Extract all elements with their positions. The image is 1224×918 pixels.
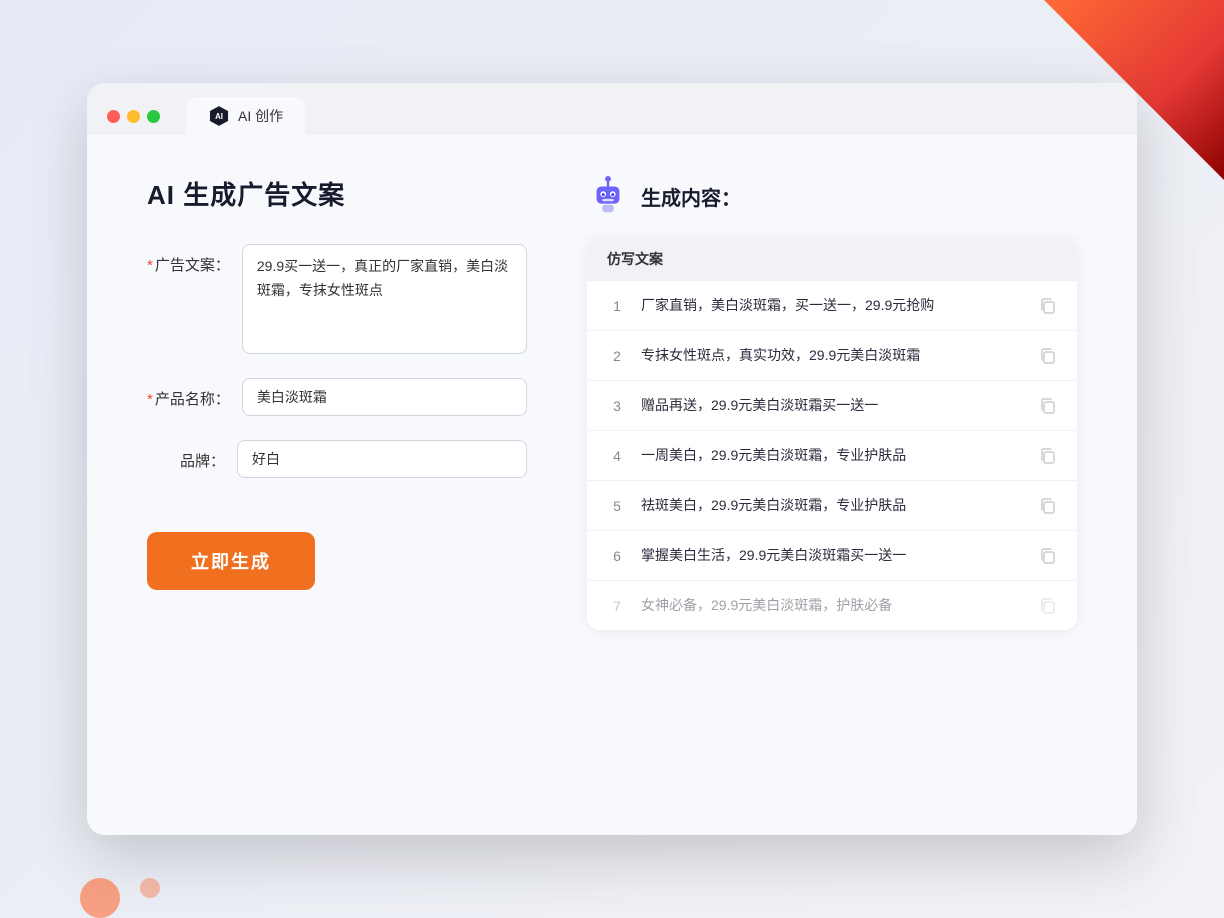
page-title: AI 生成广告文案	[147, 175, 527, 212]
copy-icon-2[interactable]	[1039, 347, 1057, 365]
tab-ai-creation[interactable]: AI AI 创作	[186, 97, 305, 135]
ad-copy-label: *广告文案：	[147, 244, 242, 275]
form-row-product-name: *产品名称：	[147, 378, 527, 416]
row-num-4: 4	[607, 448, 627, 464]
form-row-ad-copy: *广告文案： 29.9买一送一，真正的厂家直销，美白淡斑霜，专抹女性斑点	[147, 244, 527, 354]
required-star-1: *	[147, 257, 153, 274]
row-text-3: 赠品再送，29.9元美白淡斑霜买一送一	[641, 395, 1025, 416]
traffic-light-yellow[interactable]	[127, 110, 140, 123]
copy-icon-1[interactable]	[1039, 297, 1057, 315]
right-panel: 生成内容： 仿写文案 1 厂家直销，美白淡斑霜，买一送一，29.9元抢购 2	[587, 175, 1077, 795]
result-row-7: 7 女神必备，29.9元美白淡斑霜，护肤必备	[587, 581, 1077, 630]
row-num-3: 3	[607, 398, 627, 414]
row-num-1: 1	[607, 298, 627, 314]
row-text-6: 掌握美白生活，29.9元美白淡斑霜买一送一	[641, 545, 1025, 566]
row-text-7: 女神必备，29.9元美白淡斑霜，护肤必备	[641, 595, 1025, 616]
bg-decoration-bottom-left2	[140, 878, 160, 898]
browser-content: AI 生成广告文案 *广告文案： 29.9买一送一，真正的厂家直销，美白淡斑霜，…	[87, 135, 1137, 835]
required-star-2: *	[147, 391, 153, 408]
tab-label: AI 创作	[238, 106, 283, 126]
result-table-header: 仿写文案	[587, 237, 1077, 281]
row-num-5: 5	[607, 498, 627, 514]
copy-icon-3[interactable]	[1039, 397, 1057, 415]
result-row-6: 6 掌握美白生活，29.9元美白淡斑霜买一送一	[587, 531, 1077, 581]
row-text-2: 专抹女性斑点，真实功效，29.9元美白淡斑霜	[641, 345, 1025, 366]
traffic-light-green[interactable]	[147, 110, 160, 123]
robot-icon	[587, 175, 629, 217]
result-row-4: 4 一周美白，29.9元美白淡斑霜，专业护肤品	[587, 431, 1077, 481]
browser-window: AI AI 创作 AI 生成广告文案 *广告文案： 29.9买一送一，真正的厂家…	[87, 83, 1137, 835]
result-row-2: 2 专抹女性斑点，真实功效，29.9元美白淡斑霜	[587, 331, 1077, 381]
row-text-4: 一周美白，29.9元美白淡斑霜，专业护肤品	[641, 445, 1025, 466]
brand-input[interactable]	[237, 440, 527, 478]
product-name-label: *产品名称：	[147, 378, 242, 409]
result-title: 生成内容：	[641, 182, 741, 211]
result-table: 仿写文案 1 厂家直销，美白淡斑霜，买一送一，29.9元抢购 2 专抹女性斑点，…	[587, 237, 1077, 630]
ad-copy-input[interactable]: 29.9买一送一，真正的厂家直销，美白淡斑霜，专抹女性斑点	[242, 244, 527, 354]
result-row-5: 5 祛斑美白，29.9元美白淡斑霜，专业护肤品	[587, 481, 1077, 531]
copy-icon-4[interactable]	[1039, 447, 1057, 465]
svg-text:AI: AI	[215, 112, 223, 121]
copy-icon-5[interactable]	[1039, 497, 1057, 515]
left-panel: AI 生成广告文案 *广告文案： 29.9买一送一，真正的厂家直销，美白淡斑霜，…	[147, 175, 527, 795]
traffic-light-red[interactable]	[107, 110, 120, 123]
row-num-2: 2	[607, 348, 627, 364]
ai-tab-icon: AI	[208, 105, 230, 127]
brand-label: 品牌：	[147, 440, 237, 471]
copy-icon-6[interactable]	[1039, 547, 1057, 565]
result-row-1: 1 厂家直销，美白淡斑霜，买一送一，29.9元抢购	[587, 281, 1077, 331]
generate-button[interactable]: 立即生成	[147, 532, 315, 590]
row-text-1: 厂家直销，美白淡斑霜，买一送一，29.9元抢购	[641, 295, 1025, 316]
bg-decoration-bottom-left	[80, 878, 120, 918]
browser-chrome: AI AI 创作	[87, 83, 1137, 135]
row-num-6: 6	[607, 548, 627, 564]
tab-bar: AI AI 创作	[186, 97, 305, 135]
row-num-7: 7	[607, 598, 627, 614]
result-row-3: 3 赠品再送，29.9元美白淡斑霜买一送一	[587, 381, 1077, 431]
product-name-input[interactable]	[242, 378, 527, 416]
form-row-brand: 品牌：	[147, 440, 527, 478]
result-header: 生成内容：	[587, 175, 1077, 217]
copy-icon-7[interactable]	[1039, 597, 1057, 615]
row-text-5: 祛斑美白，29.9元美白淡斑霜，专业护肤品	[641, 495, 1025, 516]
traffic-lights	[107, 110, 160, 123]
